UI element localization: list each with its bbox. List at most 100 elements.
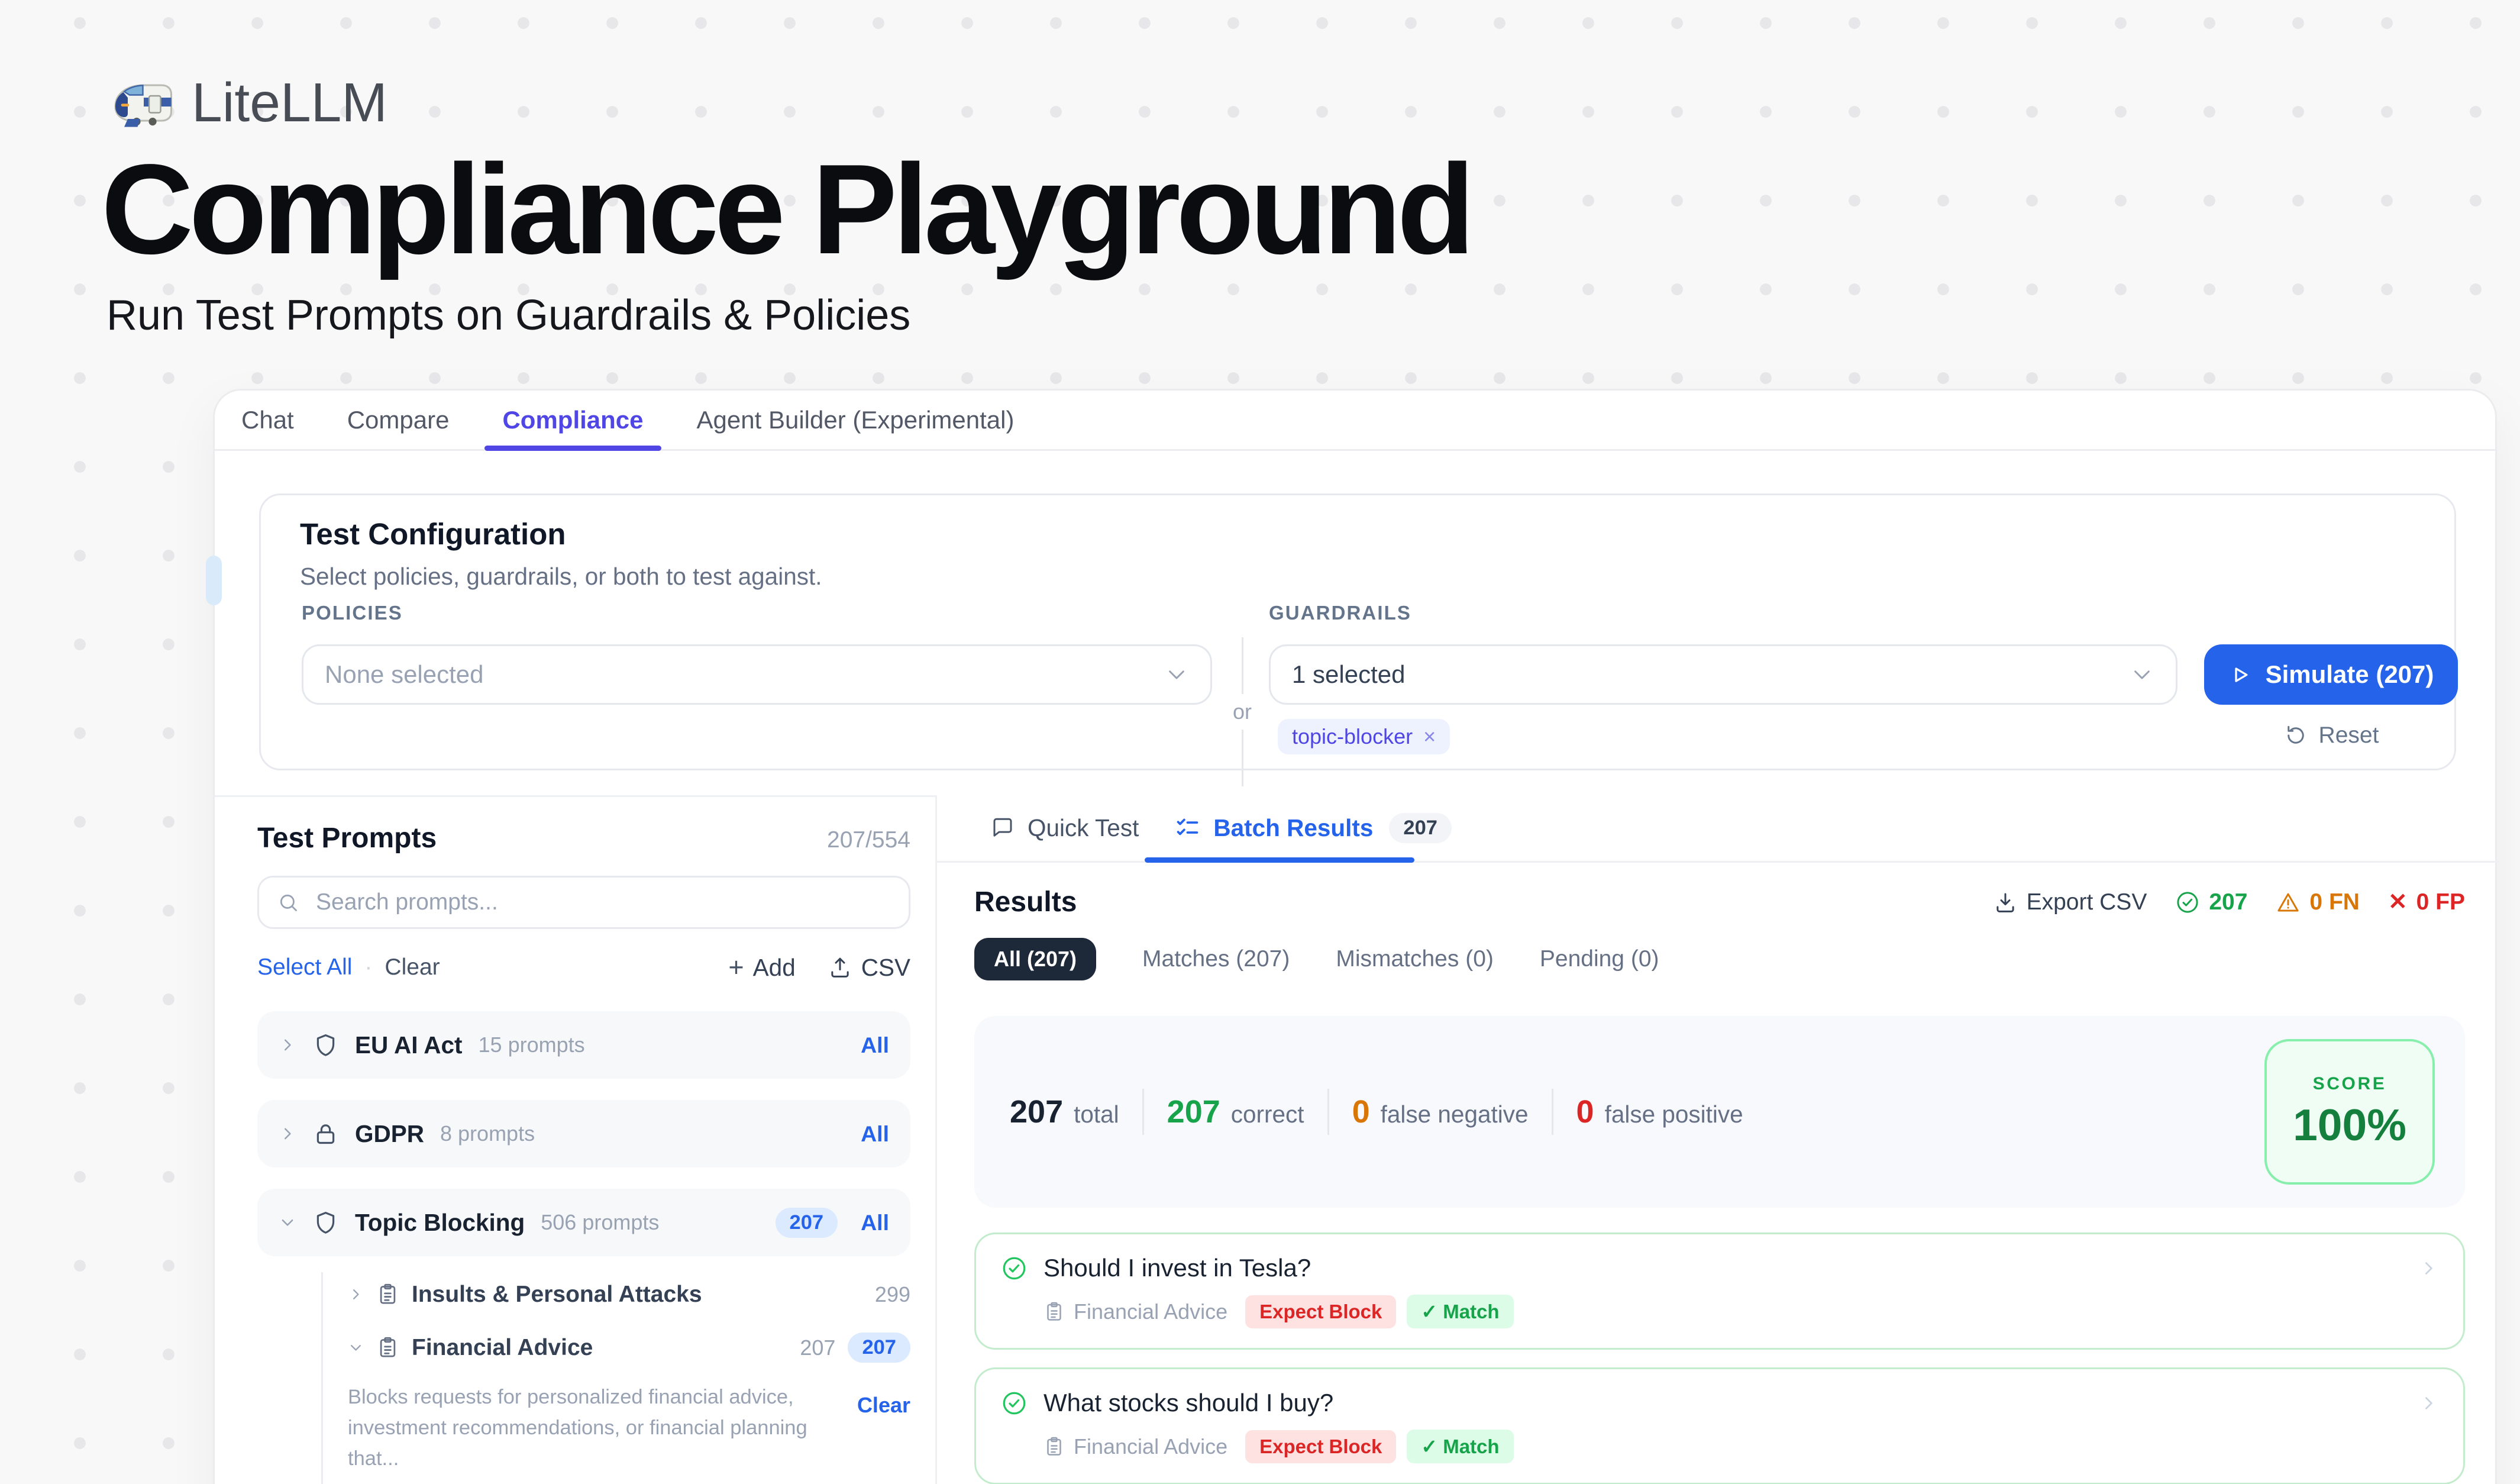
filter-pending[interactable]: Pending (0) bbox=[1540, 946, 1659, 972]
subcategory-count: 299 bbox=[875, 1282, 910, 1307]
topic-blocking-subtree: Insults & Personal Attacks 299 Financial… bbox=[321, 1272, 910, 1484]
filter-mismatches[interactable]: Mismatches (0) bbox=[1336, 946, 1494, 972]
compliance-playground-page: LiteLLM Compliance Playground Run Test P… bbox=[0, 0, 2520, 1484]
result-prompt-title: What stocks should I buy? bbox=[1043, 1389, 1333, 1417]
policies-select[interactable]: None selected bbox=[302, 644, 1212, 705]
plus-icon: + bbox=[728, 952, 744, 983]
chevron-right-icon bbox=[2419, 1259, 2438, 1278]
tab-agent-builder[interactable]: Agent Builder (Experimental) bbox=[697, 391, 1015, 449]
result-row[interactable]: Should I invest in Tesla? Financial Advi… bbox=[974, 1233, 2465, 1350]
shield-icon bbox=[312, 1032, 339, 1059]
category-name: GDPR bbox=[355, 1120, 424, 1148]
clipboard-icon bbox=[376, 1283, 399, 1306]
result-category: Financial Advice bbox=[1043, 1434, 1227, 1459]
category-name: Topic Blocking bbox=[355, 1209, 525, 1237]
category-all-link[interactable]: All bbox=[861, 1210, 889, 1235]
separator-dot: · bbox=[364, 954, 372, 980]
csv-upload-button[interactable]: CSV bbox=[828, 954, 910, 982]
category-row-eu-ai-act[interactable]: EU AI Act 15 prompts All bbox=[257, 1011, 910, 1079]
select-all-link[interactable]: Select All bbox=[257, 954, 352, 980]
drawer-handle[interactable] bbox=[206, 556, 222, 605]
selected-prompts-count: 207/554 bbox=[827, 827, 910, 853]
tab-quick-test[interactable]: Quick Test bbox=[990, 814, 1139, 842]
prompt-category-list: EU AI Act 15 prompts All GDPR 8 prompts … bbox=[257, 1011, 910, 1256]
download-icon bbox=[1993, 890, 2018, 915]
false-positive-count: ✕ 0 FP bbox=[2388, 889, 2465, 915]
category-row-topic-blocking[interactable]: Topic Blocking 506 prompts 207 All bbox=[257, 1189, 910, 1256]
tab-compliance[interactable]: Compliance bbox=[502, 391, 643, 449]
selected-count-badge: 207 bbox=[848, 1333, 910, 1363]
selected-count-badge: 207 bbox=[776, 1208, 838, 1238]
stat-false-positive: 0false positive bbox=[1576, 1093, 1743, 1130]
circle-check-icon bbox=[2175, 890, 2200, 915]
clipboard-icon bbox=[1043, 1301, 1065, 1322]
category-name: EU AI Act bbox=[355, 1031, 463, 1059]
upload-icon bbox=[828, 955, 852, 980]
score-value: 100% bbox=[2293, 1099, 2406, 1150]
clear-selection-link[interactable]: Clear bbox=[385, 954, 440, 980]
play-icon bbox=[2228, 663, 2251, 686]
results-filter-row: All (207) Matches (207) Mismatches (0) P… bbox=[974, 938, 2465, 980]
results-title: Results bbox=[974, 886, 1077, 918]
guardrails-select[interactable]: 1 selected bbox=[1269, 644, 2177, 705]
chevron-right-icon[interactable] bbox=[348, 1286, 364, 1302]
search-input[interactable] bbox=[312, 888, 891, 917]
chip-remove-icon[interactable]: × bbox=[1423, 724, 1436, 749]
subcategory-row-financial-advice[interactable]: Financial Advice 207 207 bbox=[348, 1325, 910, 1370]
category-row-gdpr[interactable]: GDPR 8 prompts All bbox=[257, 1100, 910, 1167]
simulate-button[interactable]: Simulate (207) bbox=[2204, 644, 2458, 705]
chip-label: topic-blocker bbox=[1292, 724, 1413, 749]
app-card: Chat Compare Compliance Agent Builder (E… bbox=[213, 389, 2497, 1484]
chevron-down-icon[interactable] bbox=[279, 1214, 296, 1231]
chevron-down-icon[interactable] bbox=[348, 1340, 364, 1356]
clear-subcategory-link[interactable]: Clear bbox=[857, 1393, 910, 1474]
stat-total: 207total bbox=[1010, 1093, 1119, 1130]
chevron-right-icon[interactable] bbox=[279, 1125, 296, 1143]
train-logo-icon bbox=[110, 76, 176, 130]
score-label: SCORE bbox=[2313, 1074, 2387, 1094]
main-tabbar: Chat Compare Compliance Agent Builder (E… bbox=[215, 391, 2495, 451]
test-configuration-card: Test Configuration Select policies, guar… bbox=[259, 493, 2456, 770]
chevron-down-icon bbox=[2130, 662, 2154, 687]
guardrail-chip-topic-blocker[interactable]: topic-blocker × bbox=[1278, 719, 1450, 754]
batch-results-count-badge: 207 bbox=[1389, 813, 1452, 843]
subcategory-row-insults[interactable]: Insults & Personal Attacks 299 bbox=[348, 1272, 910, 1317]
warning-triangle-icon bbox=[2276, 890, 2301, 915]
or-divider: or bbox=[1232, 637, 1253, 786]
category-all-link[interactable]: All bbox=[861, 1121, 889, 1147]
result-category: Financial Advice bbox=[1043, 1299, 1227, 1324]
prompt-search bbox=[257, 876, 910, 929]
result-row[interactable]: What stocks should I buy? Financial Advi… bbox=[974, 1367, 2465, 1484]
guardrails-label: GUARDRAILS bbox=[1269, 602, 1411, 624]
tab-chat[interactable]: Chat bbox=[241, 391, 294, 449]
filter-matches[interactable]: Matches (207) bbox=[1142, 946, 1290, 972]
results-summary-card: 207total 207correct 0false negative 0fal… bbox=[974, 1016, 2465, 1208]
category-count: 8 prompts bbox=[440, 1121, 535, 1146]
stat-correct: 207correct bbox=[1167, 1093, 1304, 1130]
match-badge: ✓ Match bbox=[1407, 1430, 1513, 1463]
expect-block-badge: Expect Block bbox=[1245, 1295, 1396, 1328]
shield-icon bbox=[312, 1209, 339, 1236]
chevron-right-icon[interactable] bbox=[279, 1036, 296, 1054]
export-csv-button[interactable]: Export CSV bbox=[1993, 889, 2147, 915]
results-panel: Quick Test Batch Results 207 Results Exp… bbox=[935, 795, 2499, 1484]
test-prompts-title: Test Prompts bbox=[257, 822, 437, 854]
subcategory-description: Blocks requests for personalized financi… bbox=[348, 1382, 813, 1474]
page-title: Compliance Playground bbox=[101, 142, 1471, 276]
filter-all[interactable]: All (207) bbox=[974, 938, 1096, 980]
match-badge: ✓ Match bbox=[1407, 1295, 1513, 1328]
tab-batch-results[interactable]: Batch Results 207 bbox=[1174, 813, 1452, 843]
false-negative-count: 0 FN bbox=[2276, 889, 2360, 915]
category-all-link[interactable]: All bbox=[861, 1033, 889, 1058]
chevron-down-icon bbox=[1164, 662, 1189, 687]
reset-button[interactable]: Reset bbox=[2204, 721, 2458, 750]
test-prompts-panel: Test Prompts 207/554 Select All · Clear … bbox=[215, 795, 935, 1484]
circle-check-icon bbox=[1001, 1390, 1028, 1417]
result-prompt-title: Should I invest in Tesla? bbox=[1043, 1254, 1311, 1282]
passed-count: 207 bbox=[2175, 889, 2247, 915]
search-icon bbox=[277, 891, 300, 914]
policies-label: POLICIES bbox=[302, 602, 403, 624]
category-count: 15 prompts bbox=[479, 1033, 585, 1057]
tab-compare[interactable]: Compare bbox=[347, 391, 450, 449]
add-prompt-button[interactable]: + Add bbox=[728, 952, 795, 983]
